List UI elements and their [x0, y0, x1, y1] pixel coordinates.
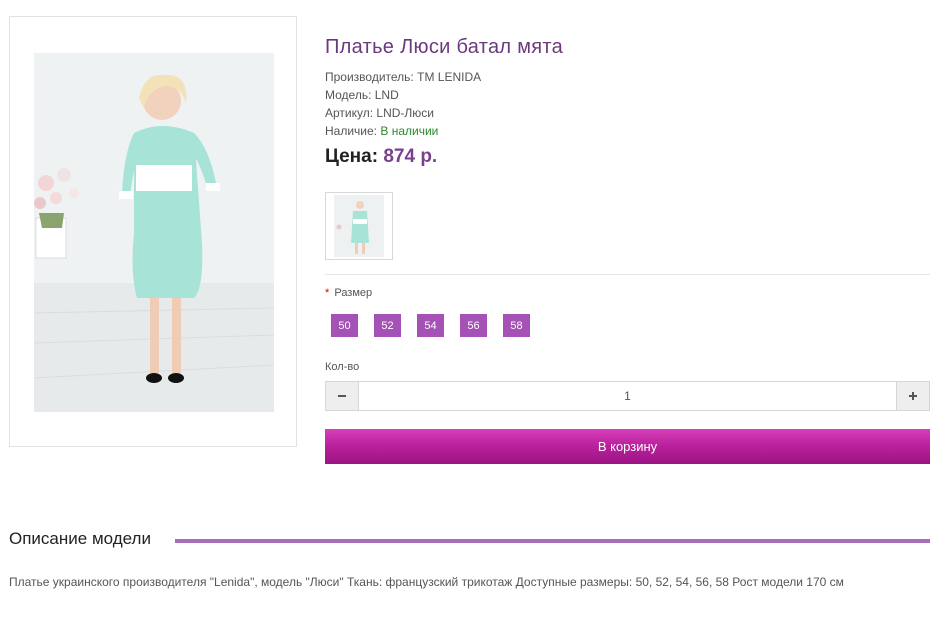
sku-row: Артикул: LND-Люси	[325, 104, 481, 122]
thumbnail-image	[334, 195, 384, 257]
quantity-increase-button[interactable]	[896, 382, 929, 410]
size-option-label: * Размер	[325, 287, 372, 299]
product-photo[interactable]	[34, 53, 274, 412]
size-option-56[interactable]: 56	[460, 314, 487, 337]
price-value: 874 р.	[383, 146, 438, 167]
size-option-54[interactable]: 54	[417, 314, 444, 337]
add-to-cart-button[interactable]: В корзину	[325, 429, 930, 464]
model-row: Модель: LND	[325, 86, 481, 104]
dress-model-image	[34, 53, 274, 412]
model-label: Модель:	[325, 88, 372, 102]
plus-icon	[909, 392, 917, 400]
description-heading: Описание модели	[9, 529, 151, 548]
manufacturer-row: Производитель: TM LENIDA	[325, 68, 481, 86]
product-title: Платье Люси батал мята	[325, 36, 564, 58]
availability-label: Наличие:	[325, 124, 378, 138]
manufacturer-value: TM LENIDA	[417, 70, 482, 84]
description-rule	[175, 539, 930, 543]
manufacturer-label: Производитель:	[325, 70, 414, 84]
size-option-58[interactable]: 58	[503, 314, 530, 337]
sku-label: Артикул:	[325, 106, 374, 120]
product-thumbnail[interactable]	[325, 192, 393, 260]
model-value: LND	[374, 88, 399, 102]
description-text: Платье украинского производителя "Lenida…	[9, 575, 844, 589]
quantity-label: Кол-во	[325, 361, 360, 373]
sku-value: LND-Люси	[376, 106, 435, 120]
minus-icon	[338, 395, 346, 397]
availability-row: Наличие: В наличии	[325, 122, 481, 140]
size-option-50[interactable]: 50	[331, 314, 358, 337]
quantity-decrease-button[interactable]	[326, 382, 359, 410]
size-options: 50 52 54 56 58	[331, 314, 530, 337]
size-label-text: Размер	[334, 287, 373, 299]
quantity-input[interactable]	[359, 382, 896, 410]
quantity-stepper	[325, 381, 930, 411]
size-option-52[interactable]: 52	[374, 314, 401, 337]
divider	[325, 274, 930, 275]
availability-value: В наличии	[380, 124, 439, 138]
product-info: Производитель: TM LENIDA Модель: LND Арт…	[325, 68, 481, 140]
price-label: Цена:	[325, 146, 379, 167]
required-mark: *	[325, 287, 330, 299]
price: Цена: 874 р.	[325, 146, 437, 168]
product-image-frame[interactable]	[9, 16, 297, 447]
